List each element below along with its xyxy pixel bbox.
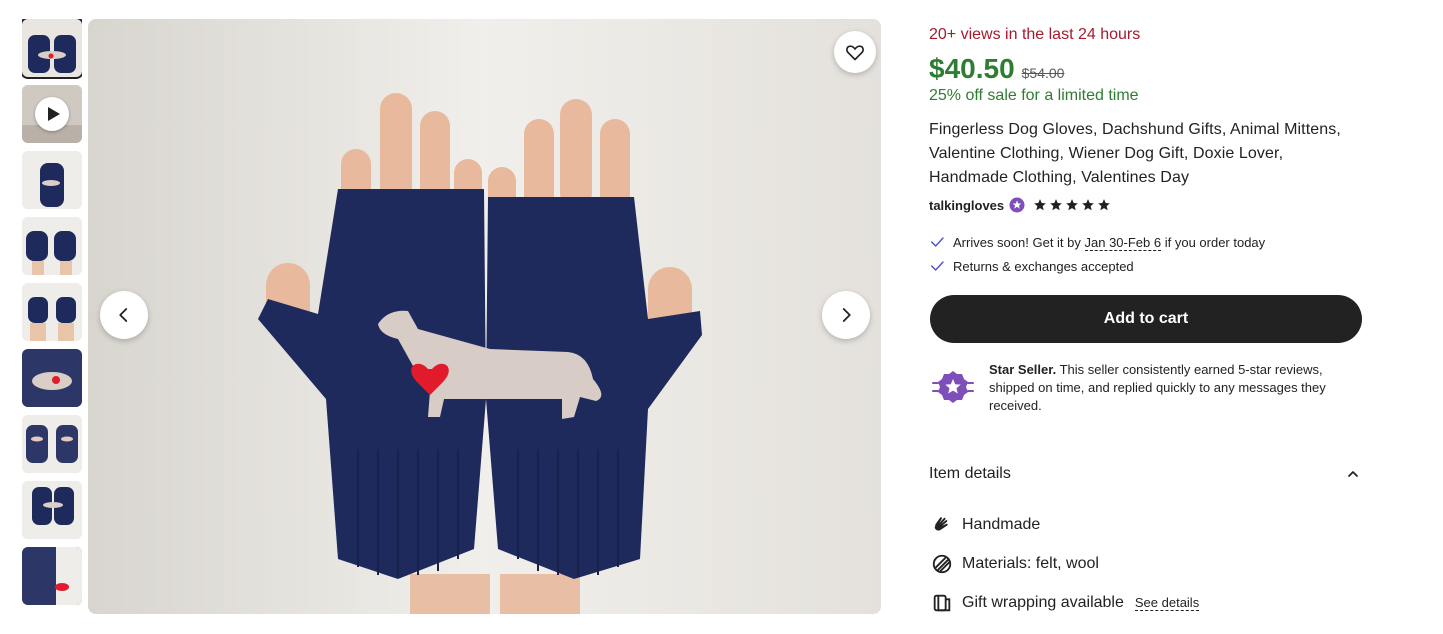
star-seller-badge-icon xyxy=(932,371,974,403)
gift-wrapping-label: Gift wrapping available xyxy=(962,594,1124,611)
next-image-button[interactable] xyxy=(822,291,870,339)
add-to-cart-button[interactable]: Add to cart xyxy=(930,295,1362,343)
heart-outline-icon xyxy=(846,45,864,61)
see-details-link[interactable]: See details xyxy=(1134,595,1200,611)
gift-wrap-icon xyxy=(933,594,951,612)
star-icon xyxy=(1066,199,1078,211)
detail-materials: Materials: felt, wool xyxy=(931,553,1099,575)
item-details-toggle[interactable]: Item details xyxy=(929,465,1361,483)
star-seller-description: Star Seller. This seller consistently ea… xyxy=(989,361,1364,415)
star-icon xyxy=(1050,199,1062,211)
rating-stars[interactable] xyxy=(1033,198,1111,212)
play-icon xyxy=(35,97,69,131)
star-icon xyxy=(1098,199,1110,211)
chevron-left-icon xyxy=(119,308,128,322)
hand-wave-icon xyxy=(934,517,948,531)
returns-text: Returns & exchanges accepted xyxy=(953,258,1134,274)
shipping-suffix: if you order today xyxy=(1161,234,1266,250)
returns-policy: Returns & exchanges accepted xyxy=(929,258,1134,274)
handmade-label: Handmade xyxy=(962,516,1041,533)
thumbnail-1[interactable] xyxy=(22,19,82,79)
detail-handmade: Handmade xyxy=(931,514,1040,536)
gloves-photo xyxy=(88,19,881,614)
seller-name-link[interactable]: talkingloves xyxy=(929,198,1004,213)
materials-label: Materials: felt, wool xyxy=(962,555,1099,572)
thumbnail-6[interactable] xyxy=(22,349,82,407)
materials-icon xyxy=(932,554,952,574)
thumbnail-4[interactable] xyxy=(22,217,82,275)
delivery-dates-link[interactable]: Jan 30-Feb 6 xyxy=(1084,234,1162,251)
thumbnail-9[interactable] xyxy=(22,547,82,605)
thumbnail-5[interactable] xyxy=(22,283,82,341)
shipping-prefix: Arrives soon! Get it by xyxy=(953,234,1085,250)
thumbnail-video[interactable] xyxy=(22,85,82,143)
star-icon xyxy=(1034,199,1046,211)
original-price: $54.00 xyxy=(1021,65,1065,81)
star-icon xyxy=(1082,199,1094,211)
item-details-heading: Item details xyxy=(929,465,1011,482)
check-icon xyxy=(931,261,944,271)
previous-image-button[interactable] xyxy=(100,291,148,339)
sale-price: $40.50 xyxy=(929,53,1015,84)
sale-text: 25% off sale for a limited time xyxy=(929,87,1139,104)
star-seller-section: Star Seller. This seller consistently ea… xyxy=(931,361,1371,415)
chevron-up-icon xyxy=(1348,471,1358,477)
main-product-image xyxy=(88,19,881,614)
star-seller-title: Star Seller. xyxy=(989,362,1057,377)
favorite-button[interactable] xyxy=(834,31,876,73)
thumbnail-8[interactable] xyxy=(22,481,82,539)
price-row: $40.50 $54.00 xyxy=(929,53,1064,85)
detail-gift-wrapping: Gift wrapping available See details xyxy=(931,592,1200,614)
product-title: Fingerless Dog Gloves, Dachshund Gifts, … xyxy=(929,121,1341,186)
shipping-text: Arrives soon! Get it by Jan 30-Feb 6 if … xyxy=(953,234,1266,251)
star-seller-small-icon xyxy=(1009,197,1025,213)
shipping-estimate: Arrives soon! Get it by Jan 30-Feb 6 if … xyxy=(929,234,1266,251)
views-indicator: 20+ views in the last 24 hours xyxy=(929,26,1141,43)
chevron-right-icon xyxy=(842,308,851,322)
seller-row: talkingloves xyxy=(929,197,1111,213)
thumbnail-7[interactable] xyxy=(22,415,82,473)
thumbnail-3[interactable] xyxy=(22,151,82,209)
check-icon xyxy=(931,237,944,247)
thumbnail-list xyxy=(22,19,82,619)
